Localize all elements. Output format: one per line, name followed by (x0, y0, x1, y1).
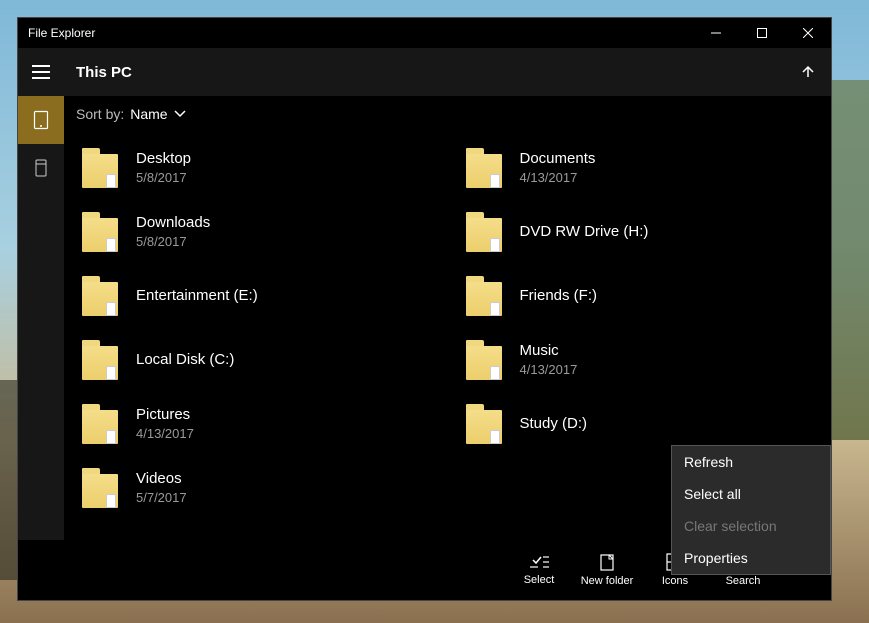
item-text: Local Disk (C:) (136, 351, 234, 369)
sidebar-item-drives[interactable] (18, 144, 64, 192)
folder-icon (466, 212, 502, 252)
chevron-down-icon (174, 110, 186, 118)
file-explorer-window: File Explorer This PC (17, 17, 832, 601)
app-title: File Explorer (28, 26, 95, 40)
header-bar: This PC (18, 48, 831, 96)
context-menu-item[interactable]: Refresh (672, 446, 830, 478)
folder-item[interactable]: Entertainment (E:) (64, 264, 448, 328)
item-name: Downloads (136, 214, 210, 232)
item-date: 5/8/2017 (136, 170, 191, 186)
sidebar (18, 96, 64, 540)
close-button[interactable] (785, 18, 831, 48)
item-text: DVD RW Drive (H:) (520, 223, 649, 241)
item-name: Pictures (136, 406, 194, 424)
titlebar: File Explorer (18, 18, 831, 48)
folder-icon (82, 404, 118, 444)
up-button[interactable] (785, 48, 831, 96)
folder-icon (82, 468, 118, 508)
item-name: Desktop (136, 150, 191, 168)
context-menu-item: Clear selection (672, 510, 830, 542)
folder-item[interactable]: Friends (F:) (448, 264, 832, 328)
folder-item[interactable]: Documents 4/13/2017 (448, 136, 832, 200)
folder-icon (466, 404, 502, 444)
item-name: Music (520, 342, 578, 360)
item-text: Downloads 5/8/2017 (136, 214, 210, 250)
folder-icon (466, 148, 502, 188)
folder-item[interactable]: Pictures 4/13/2017 (64, 392, 448, 456)
item-text: Study (D:) (520, 415, 588, 433)
item-text: Music 4/13/2017 (520, 342, 578, 378)
folder-item[interactable]: Music 4/13/2017 (448, 328, 832, 392)
item-date: 5/7/2017 (136, 490, 187, 506)
folder-icon (466, 276, 502, 316)
folder-item[interactable]: DVD RW Drive (H:) (448, 200, 832, 264)
item-name: Videos (136, 470, 187, 488)
folder-icon (82, 148, 118, 188)
device-icon (33, 110, 49, 130)
context-menu: RefreshSelect allClear selectionProperti… (671, 445, 831, 575)
item-date: 4/13/2017 (136, 426, 194, 442)
item-text: Friends (F:) (520, 287, 598, 305)
item-name: Documents (520, 150, 596, 168)
item-name: Study (D:) (520, 415, 588, 433)
sort-bar[interactable]: Sort by: Name (64, 96, 831, 132)
item-name: Entertainment (E:) (136, 287, 258, 305)
context-menu-item[interactable]: Properties (672, 542, 830, 574)
item-date: 5/8/2017 (136, 234, 210, 250)
item-text: Documents 4/13/2017 (520, 150, 596, 186)
item-name: DVD RW Drive (H:) (520, 223, 649, 241)
folder-icon (82, 340, 118, 380)
folder-icon (82, 212, 118, 252)
folder-item[interactable]: Desktop 5/8/2017 (64, 136, 448, 200)
folder-item[interactable]: Videos 5/7/2017 (64, 456, 448, 520)
item-text: Entertainment (E:) (136, 287, 258, 305)
folder-item[interactable]: Local Disk (C:) (64, 328, 448, 392)
sort-value[interactable]: Name (130, 106, 185, 122)
breadcrumb[interactable]: This PC (64, 64, 785, 81)
folder-item[interactable]: Downloads 5/8/2017 (64, 200, 448, 264)
item-date: 4/13/2017 (520, 170, 596, 186)
item-date: 4/13/2017 (520, 362, 578, 378)
folder-icon (466, 340, 502, 380)
item-text: Videos 5/7/2017 (136, 470, 187, 506)
select-icon (529, 554, 549, 570)
item-text: Desktop 5/8/2017 (136, 150, 191, 186)
item-name: Friends (F:) (520, 287, 598, 305)
new-folder-icon (597, 553, 617, 571)
drive-icon (34, 159, 48, 177)
minimize-button[interactable] (693, 18, 739, 48)
item-text: Pictures 4/13/2017 (136, 406, 194, 442)
folder-icon (82, 276, 118, 316)
maximize-button[interactable] (739, 18, 785, 48)
main-body: Sort by: Name Desktop 5/8/2017 Documents… (18, 96, 831, 540)
context-menu-item[interactable]: Select all (672, 478, 830, 510)
sort-label: Sort by: (76, 106, 124, 122)
new-folder-button[interactable]: New folder (573, 540, 641, 600)
item-name: Local Disk (C:) (136, 351, 234, 369)
sidebar-item-this-pc[interactable] (18, 96, 64, 144)
select-button[interactable]: Select (505, 540, 573, 600)
hamburger-menu-button[interactable] (18, 48, 64, 96)
